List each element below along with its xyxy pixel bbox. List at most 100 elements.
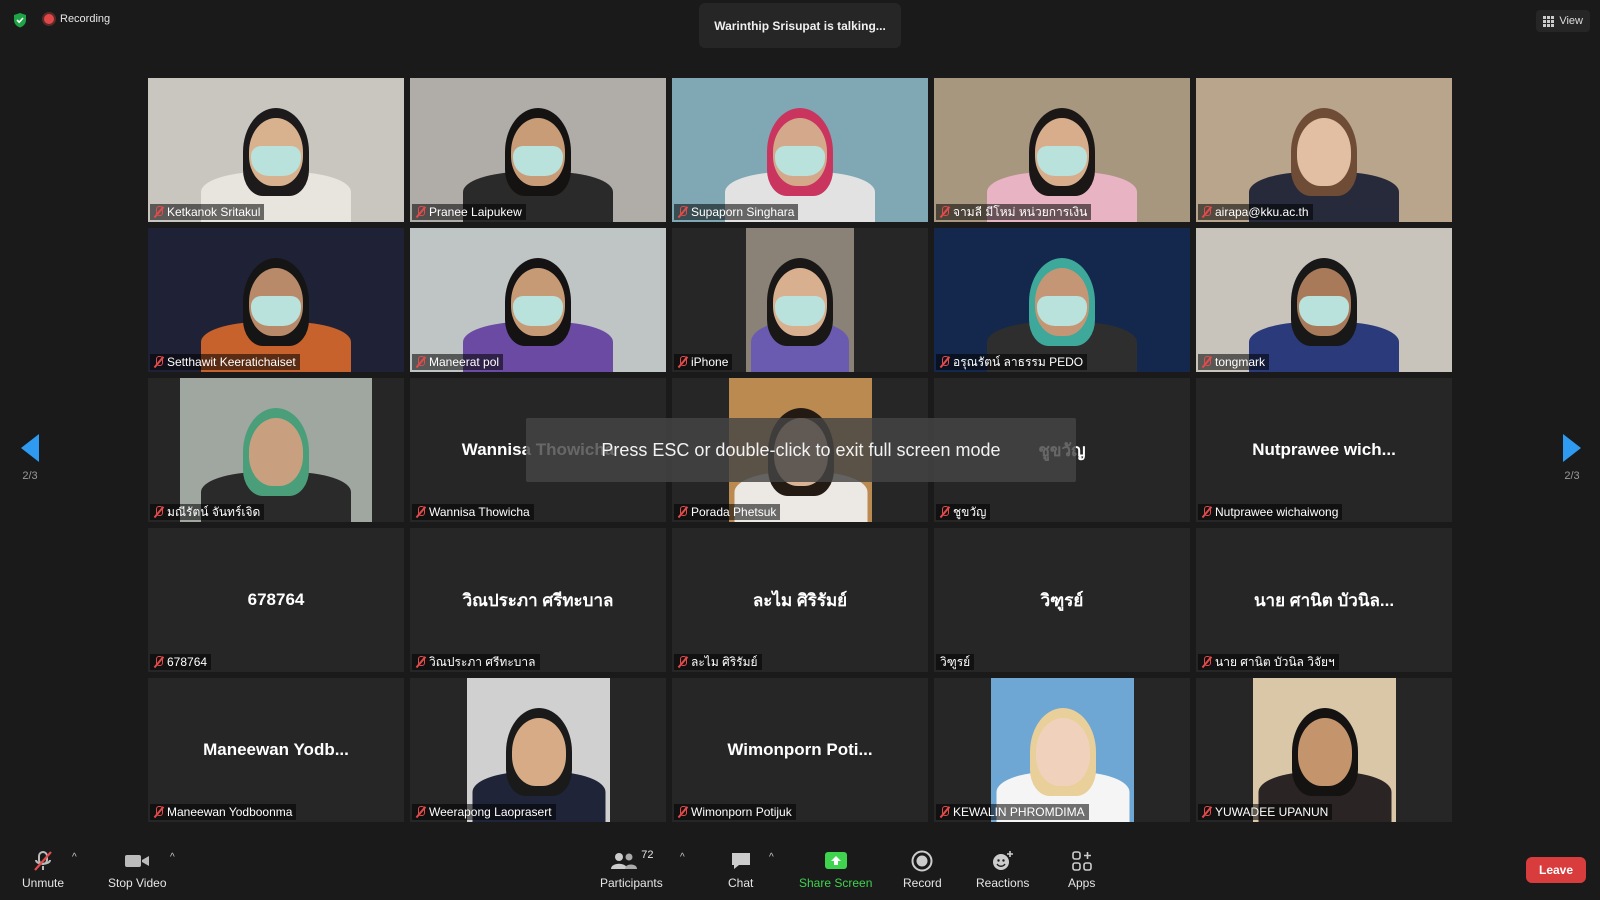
- participant-nameplate: Wannisa Thowicha: [412, 504, 534, 520]
- participant-nameplate: Maneerat pol: [412, 354, 504, 370]
- reactions-button[interactable]: Reactions: [976, 850, 1029, 890]
- participant-video: [672, 78, 928, 222]
- microphone-muted-icon: [1202, 506, 1211, 518]
- participant-nameplate: Weerapong Laoprasert: [412, 804, 556, 820]
- participant-tile[interactable]: Maneerat pol: [410, 228, 666, 372]
- microphone-muted-icon: [678, 506, 687, 518]
- grid-view-icon: [1543, 15, 1555, 27]
- microphone-muted-icon: [154, 806, 163, 818]
- chat-button[interactable]: Chat: [728, 850, 753, 890]
- view-label: View: [1559, 15, 1583, 27]
- microphone-muted-icon: [416, 656, 425, 668]
- participants-options-caret-icon[interactable]: ^: [680, 852, 685, 863]
- leave-button[interactable]: Leave: [1526, 857, 1586, 883]
- participant-tile[interactable]: จามลี มีโหม่ หน่วยการเงิน: [934, 78, 1190, 222]
- microphone-muted-icon: [1202, 356, 1211, 368]
- participant-video: [410, 78, 666, 222]
- participant-name: นาย ศานิต บัวนิล วิจัยฯ: [1215, 654, 1335, 669]
- participant-name: ชูขวัญ: [953, 504, 987, 519]
- recording-dot-icon: [44, 14, 54, 24]
- record-button[interactable]: Record: [903, 850, 942, 890]
- participant-nameplate: จามลี มีโหม่ หน่วยการเงิน: [936, 204, 1092, 220]
- participant-display-name: 678764: [247, 590, 305, 609]
- participant-tile[interactable]: airapa@kku.ac.th: [1196, 78, 1452, 222]
- participant-nameplate: iPhone: [674, 354, 733, 370]
- participants-icon: 72: [609, 849, 654, 872]
- participant-video: [1196, 78, 1452, 222]
- participant-name: 678764: [167, 655, 208, 669]
- shield-icon[interactable]: [12, 12, 28, 28]
- view-button[interactable]: View: [1536, 10, 1590, 32]
- share-screen-button[interactable]: Share Screen: [799, 850, 872, 890]
- microphone-muted-icon: [154, 206, 163, 218]
- record-icon: [911, 850, 933, 872]
- participant-tile[interactable]: Weerapong Laoprasert: [410, 678, 666, 822]
- chat-options-caret-icon[interactable]: ^: [769, 852, 774, 863]
- participant-nameplate: วิณประภา ศรีทะบาล: [412, 654, 540, 670]
- next-page-button[interactable]: 2/3: [1552, 434, 1592, 482]
- participant-nameplate: Wimonporn Potijuk: [674, 804, 796, 820]
- participant-nameplate: 678764: [150, 654, 212, 670]
- previous-page-button[interactable]: 2/3: [10, 434, 50, 482]
- participant-tile[interactable]: KEWALIN PHROMDIMA: [934, 678, 1190, 822]
- participant-nameplate: YUWADEE UPANUN: [1198, 804, 1333, 820]
- recording-indicator[interactable]: Recording: [44, 13, 110, 25]
- participant-name: ละไม ศิริรัมย์: [691, 654, 758, 669]
- participants-button[interactable]: 72 Participants: [600, 849, 663, 890]
- participant-display-name: Wimonporn Poti...: [727, 740, 873, 759]
- stop-video-button[interactable]: Stop Video: [108, 850, 167, 890]
- participant-display-name: วิฑูรย์: [1040, 590, 1084, 610]
- participant-tile[interactable]: วิณประภา ศรีทะบาล วิณประภา ศรีทะบาล: [410, 528, 666, 672]
- audio-options-caret-icon[interactable]: ^: [72, 852, 77, 863]
- participant-tile[interactable]: Ketkanok Sritakul: [148, 78, 404, 222]
- fullscreen-exit-hint: Press ESC or double-click to exit full s…: [526, 418, 1076, 482]
- participant-tile[interactable]: Maneewan Yodb... Maneewan Yodboonma: [148, 678, 404, 822]
- participant-nameplate: อรุณรัตน์ ลาธรรม PEDO: [936, 354, 1088, 370]
- participant-nameplate: ละไม ศิริรัมย์: [674, 654, 762, 670]
- microphone-muted-icon: [678, 206, 687, 218]
- video-options-caret-icon[interactable]: ^: [170, 852, 175, 863]
- participant-nameplate: Porada Phetsuk: [674, 504, 781, 520]
- participant-tile[interactable]: tongmark: [1196, 228, 1452, 372]
- microphone-muted-icon: [154, 356, 163, 368]
- participant-name: Nutprawee wichaiwong: [1215, 505, 1339, 519]
- participants-label: Participants: [600, 876, 663, 890]
- microphone-muted-icon: [678, 356, 687, 368]
- participant-tile[interactable]: Nutprawee wich... Nutprawee wichaiwong: [1196, 378, 1452, 522]
- participant-nameplate: มณีรัตน์ จันทร์เจิด: [150, 504, 265, 520]
- participant-tile[interactable]: วิฑูรย์ วิฑูรย์: [934, 528, 1190, 672]
- unmute-button[interactable]: Unmute: [22, 850, 64, 890]
- participant-tile[interactable]: 678764 678764: [148, 528, 404, 672]
- participant-display-name: ละไม ศิริรัมย์: [752, 590, 848, 610]
- participant-video: [1196, 228, 1452, 372]
- meeting-topbar: Recording Warinthip Srisupat is talking.…: [0, 0, 1600, 48]
- participant-nameplate: ชูขวัญ: [936, 504, 991, 520]
- participant-video: [746, 228, 854, 372]
- participant-tile[interactable]: Pranee Laipukew: [410, 78, 666, 222]
- apps-button[interactable]: Apps: [1068, 850, 1095, 890]
- participant-tile[interactable]: Setthawit Keeratichaiset: [148, 228, 404, 372]
- microphone-muted-icon: [940, 356, 949, 368]
- participant-nameplate: Ketkanok Sritakul: [150, 204, 265, 220]
- participant-tile[interactable]: YUWADEE UPANUN: [1196, 678, 1452, 822]
- page-indicator-right: 2/3: [1564, 470, 1580, 482]
- meeting-toolbar: Unmute ^ Stop Video ^ 72 Participants ^: [0, 842, 1600, 900]
- record-label: Record: [903, 876, 942, 890]
- participant-display-name: นาย ศานิต บัวนิล...: [1253, 590, 1395, 610]
- microphone-muted-icon: [1202, 806, 1211, 818]
- participants-count: 72: [641, 849, 654, 861]
- chat-label: Chat: [728, 876, 754, 890]
- participant-tile[interactable]: อรุณรัตน์ ลาธรรม PEDO: [934, 228, 1190, 372]
- apps-icon: [1071, 850, 1093, 872]
- participant-tile[interactable]: นาย ศานิต บัวนิล... นาย ศานิต บัวนิล วิจั…: [1196, 528, 1452, 672]
- participant-tile[interactable]: ละไม ศิริรัมย์ ละไม ศิริรัมย์: [672, 528, 928, 672]
- participant-name: iPhone: [691, 355, 729, 369]
- participant-tile[interactable]: มณีรัตน์ จันทร์เจิด: [148, 378, 404, 522]
- participant-tile[interactable]: iPhone: [672, 228, 928, 372]
- participant-tile[interactable]: Supaporn Singhara: [672, 78, 928, 222]
- participant-nameplate: airapa@kku.ac.th: [1198, 204, 1313, 220]
- participant-name: Wimonporn Potijuk: [691, 805, 792, 819]
- microphone-muted-icon: [1202, 206, 1211, 218]
- recording-label: Recording: [60, 13, 111, 25]
- participant-tile[interactable]: Wimonporn Poti... Wimonporn Potijuk: [672, 678, 928, 822]
